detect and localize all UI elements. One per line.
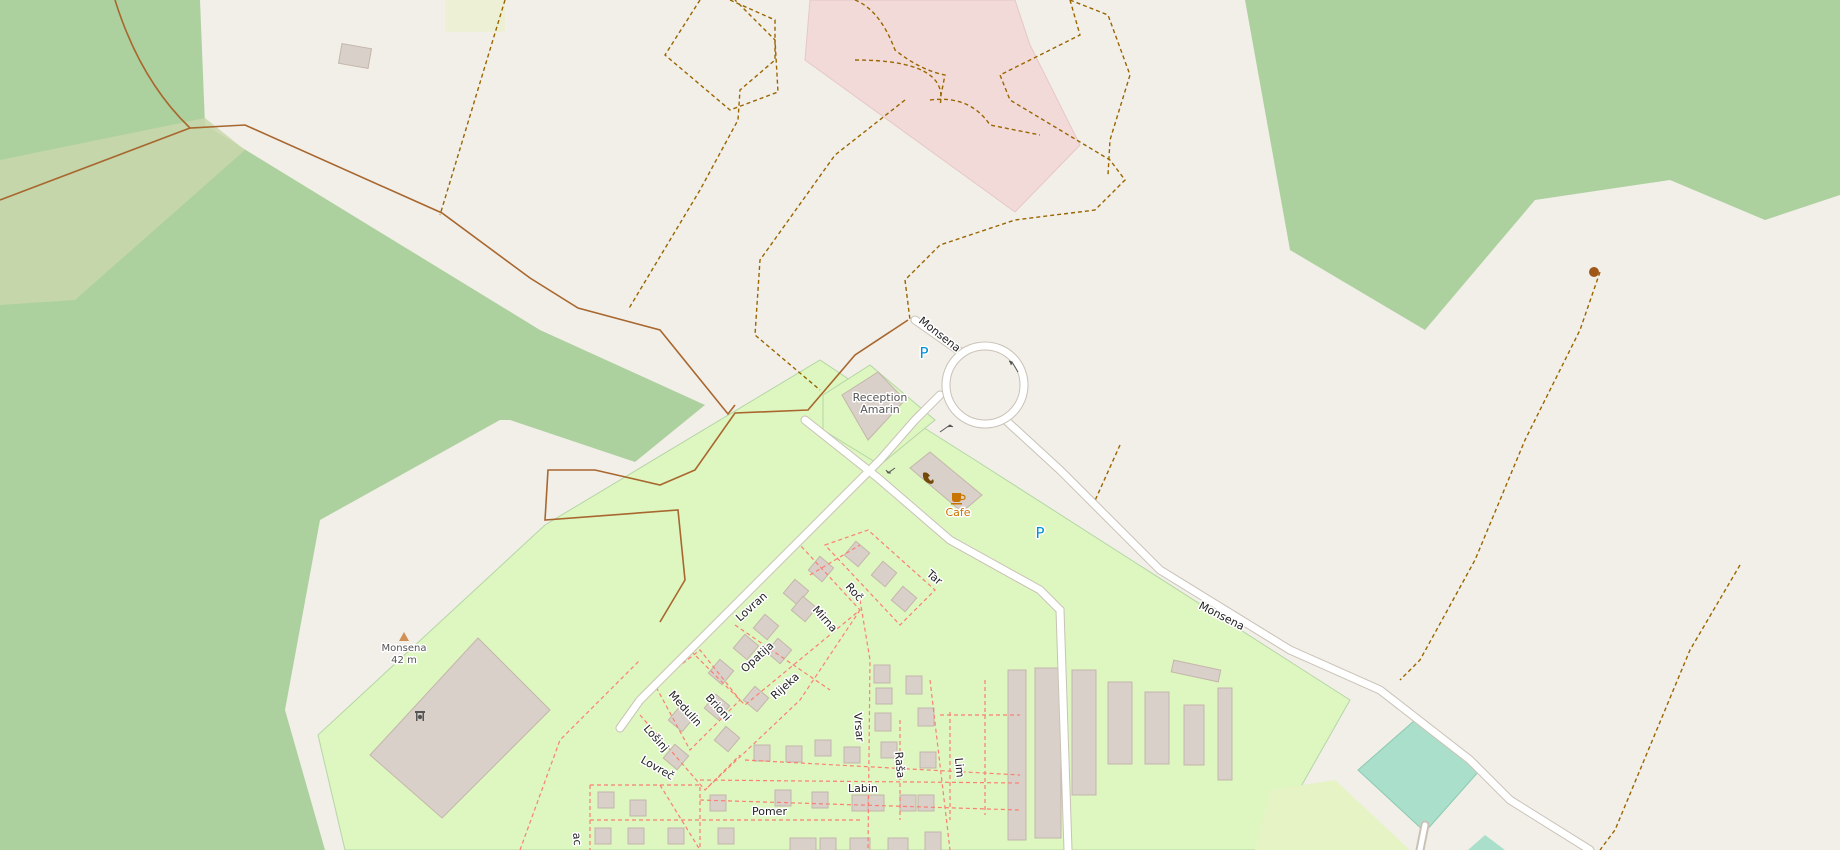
street-label-labin: Labin xyxy=(848,782,878,795)
meadow-patch xyxy=(445,0,505,32)
roundabout-center xyxy=(949,349,1021,421)
street-label-partial: ac xyxy=(570,832,584,846)
parking-icon-north[interactable]: P xyxy=(918,343,930,364)
cafe-label: Cafe xyxy=(945,506,970,519)
poi-dot-icon[interactable] xyxy=(1589,267,1599,277)
street-label-pomer: Pomer xyxy=(752,805,787,818)
peak-elevation-label: 42 m xyxy=(391,655,417,666)
street-label-vrsar: Vrsar xyxy=(851,712,867,743)
parking-icon-camp[interactable]: P xyxy=(1034,523,1046,544)
peak-name-label: Monsena xyxy=(382,643,427,654)
street-label-lim: Lim xyxy=(952,757,967,778)
map-canvas[interactable]: Monsena Monsena Tar Roč Mirna Lovran Opa… xyxy=(0,0,1840,850)
reception-label-line2: Amarin xyxy=(860,403,900,416)
street-label-rasa: Raša xyxy=(892,751,907,779)
